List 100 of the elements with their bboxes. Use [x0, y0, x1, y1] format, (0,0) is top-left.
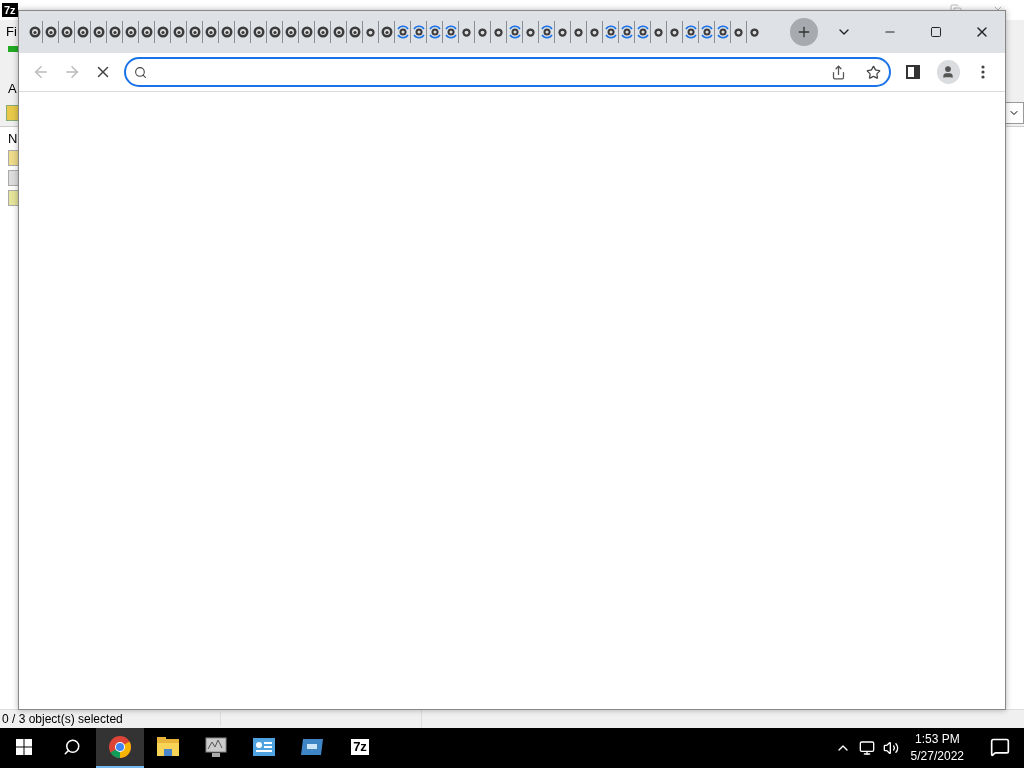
browser-tab[interactable] — [474, 21, 490, 43]
clock-date: 5/27/2022 — [910, 748, 964, 765]
browser-tab[interactable] — [90, 21, 106, 43]
globe-icon — [124, 26, 137, 38]
loading-spinner-icon — [684, 25, 697, 39]
dashboard-icon — [253, 738, 275, 756]
browser-tab[interactable] — [362, 21, 378, 43]
globe-icon — [300, 26, 313, 38]
browser-tab[interactable] — [522, 21, 538, 43]
loading-spinner-icon — [620, 25, 633, 39]
browser-tab[interactable] — [602, 21, 618, 43]
side-panel-icon — [905, 65, 920, 79]
toolbar-label: A — [8, 81, 17, 96]
profile-button[interactable] — [936, 60, 960, 84]
browser-tab[interactable] — [410, 21, 426, 43]
taskbar-app[interactable] — [96, 728, 144, 768]
globe-icon — [220, 26, 233, 38]
browser-tab[interactable] — [570, 21, 586, 43]
browser-tab[interactable] — [698, 21, 714, 43]
globe-icon — [348, 26, 361, 38]
browser-tab[interactable] — [394, 21, 410, 43]
search-icon — [63, 738, 81, 756]
browser-tab[interactable] — [458, 21, 474, 43]
browser-tab[interactable] — [330, 21, 346, 43]
browser-tab[interactable] — [266, 21, 282, 43]
bookmark-star-icon[interactable] — [866, 64, 882, 80]
browser-tab[interactable] — [122, 21, 138, 43]
network-icon[interactable] — [858, 740, 875, 756]
globe-icon — [92, 26, 105, 38]
browser-tab[interactable] — [490, 21, 506, 43]
globe-icon — [284, 26, 297, 38]
globe-icon — [236, 26, 249, 38]
clock-time: 1:53 PM — [914, 731, 960, 748]
window-icon — [300, 738, 324, 756]
browser-tab[interactable] — [298, 21, 314, 43]
toolbar-icon — [8, 46, 18, 52]
globe-icon — [526, 27, 535, 37]
clock[interactable]: 1:53 PM 5/27/2022 — [910, 731, 964, 765]
folder-icon — [157, 737, 179, 757]
browser-tab[interactable] — [618, 21, 634, 43]
address-bar[interactable] — [124, 57, 892, 87]
app-logo: 7z — [2, 3, 18, 17]
menu-item[interactable]: Fi — [6, 23, 17, 39]
globe-icon — [60, 26, 73, 38]
browser-tab[interactable] — [650, 21, 666, 43]
browser-tab[interactable] — [154, 21, 170, 43]
browser-tab[interactable] — [378, 21, 394, 43]
globe-icon — [156, 26, 169, 38]
browser-tab[interactable] — [218, 21, 234, 43]
browser-tab[interactable] — [634, 21, 650, 43]
taskbar-app[interactable]: 7z — [336, 728, 384, 768]
new-tab-button[interactable] — [790, 18, 818, 46]
browser-tab[interactable] — [714, 21, 730, 43]
browser-tab[interactable] — [314, 21, 330, 43]
globe-icon — [172, 26, 185, 38]
status-text: 0 / 3 object(s) selected — [2, 712, 221, 726]
share-icon[interactable] — [831, 64, 847, 80]
globe-icon — [268, 26, 281, 38]
browser-tab[interactable] — [202, 21, 218, 43]
column-header[interactable]: N — [8, 131, 18, 146]
loading-spinner-icon — [604, 25, 617, 39]
browser-tab[interactable] — [554, 21, 570, 43]
browser-tab[interactable] — [586, 21, 602, 43]
globe-icon — [140, 26, 153, 38]
windows-icon — [16, 739, 32, 755]
loading-spinner-icon — [716, 25, 729, 39]
browser-tab[interactable] — [138, 21, 154, 43]
browser-tab[interactable] — [282, 21, 298, 43]
browser-tab[interactable] — [682, 21, 698, 43]
browser-tab[interactable] — [170, 21, 186, 43]
browser-tab[interactable] — [74, 21, 90, 43]
globe-icon — [252, 26, 265, 38]
browser-tab[interactable] — [186, 21, 202, 43]
globe-icon — [28, 26, 41, 38]
globe-icon — [188, 26, 201, 38]
browser-tab[interactable] — [426, 21, 442, 43]
browser-tab[interactable] — [234, 21, 250, 43]
browser-tab[interactable] — [442, 21, 458, 43]
browser-tab[interactable] — [250, 21, 266, 43]
globe-icon — [76, 26, 89, 38]
search-icon — [134, 65, 148, 79]
browser-tab[interactable] — [506, 21, 522, 43]
monitor-chart-icon — [204, 736, 228, 758]
loading-spinner-icon — [540, 25, 553, 39]
browser-tab[interactable] — [746, 21, 762, 43]
browser-tab[interactable] — [538, 21, 554, 43]
browser-tab[interactable] — [730, 21, 746, 43]
globe-icon — [380, 26, 393, 38]
browser-tab[interactable] — [346, 21, 362, 43]
dropdown-button[interactable] — [1004, 102, 1024, 124]
person-icon — [941, 65, 956, 79]
browser-tab[interactable] — [58, 21, 74, 43]
browser-tab[interactable] — [106, 21, 122, 43]
loading-spinner-icon — [700, 25, 713, 39]
loading-spinner-icon — [444, 25, 457, 39]
browser-tab[interactable] — [666, 21, 682, 43]
plus-icon — [796, 24, 812, 40]
globe-icon — [332, 26, 345, 38]
volume-icon[interactable] — [882, 740, 899, 756]
browser-tab[interactable] — [42, 21, 58, 43]
